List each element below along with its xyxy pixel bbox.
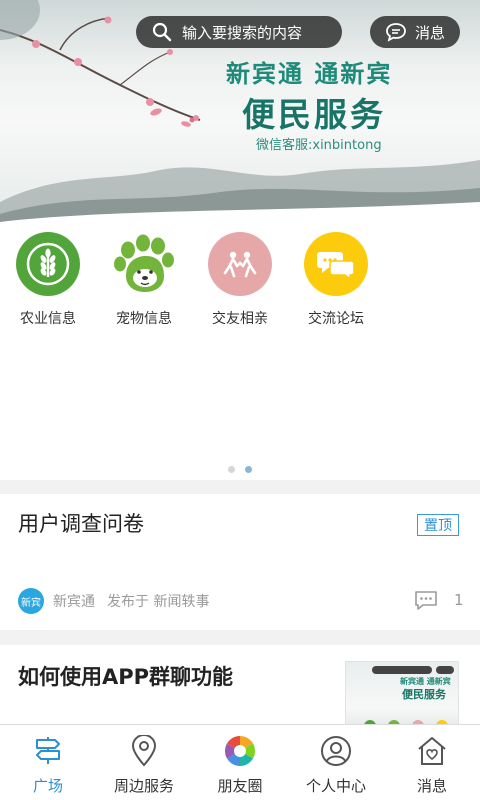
location-pin-icon [131,735,157,767]
comment-count-value: 1 [454,591,464,609]
feed-item[interactable]: 用户调查问卷 置顶 新宾 新宾通 发布于 新闻轶事 1 [0,494,480,630]
message-button[interactable]: 消息 [370,16,460,48]
search-icon [152,22,172,42]
tab-nearby-services[interactable]: 周边服务 [96,725,192,800]
tab-label: 广场 [32,777,63,795]
search-input[interactable]: 输入要搜索的内容 [136,16,342,48]
chat-bubbles-icon [304,232,368,296]
tab-label: 朋友圈 [217,777,263,795]
page-dot-active[interactable] [245,466,252,473]
comment-count[interactable]: 1 [414,590,464,610]
tab-plaza[interactable]: 广场 [0,725,96,800]
wheat-icon [16,232,80,296]
tab-label: 周边服务 [113,777,174,795]
tab-label: 个人中心 [305,777,366,795]
category-label: 交友相亲 [212,311,268,327]
tab-profile[interactable]: 个人中心 [288,725,384,800]
paw-dog-icon [112,232,176,296]
app-screen: 新宾通 通新宾 便民服务 微信客服:xinbintong 输入要搜索的内容 消息 [0,0,480,800]
landscape-decoration [0,160,480,222]
signpost-icon [36,737,60,764]
category-dating[interactable]: 交友相亲 [192,232,288,328]
tab-moments[interactable]: 朋友圈 [192,725,288,800]
bottom-tab-bar: 广场 周边服务 朋友圈 个人中心 消息 [0,724,480,800]
tab-messages[interactable]: 消息 [384,725,480,800]
search-placeholder: 输入要搜索的内容 [182,23,303,42]
banner-slogan-line1: 新宾通 通新宾 [226,60,393,88]
tab-label: 消息 [416,777,447,795]
home-heart-icon [418,737,446,765]
feed-item-thumbnail: 新宾通 通新宾 便民服务 [345,661,459,725]
source-avatar: 新宾 [18,588,44,614]
category-label: 农业信息 [20,311,76,327]
feed-item-meta: 新宾 新宾通 发布于 新闻轶事 [18,588,209,614]
pinned-badge: 置顶 [417,514,459,536]
source-name: 新宾通 [53,594,95,610]
couple-icon [208,232,272,296]
category-panel: 农业信息 宠物信息 交友相亲 交流论坛 [0,222,480,480]
user-icon [321,736,351,766]
category-pets[interactable]: 宠物信息 [96,232,192,328]
banner[interactable]: 新宾通 通新宾 便民服务 微信客服:xinbintong 输入要搜索的内容 消息 [0,0,480,222]
feed-item-title: 如何使用APP群聊功能 [18,665,234,689]
feed-item-title: 用户调查问卷 [18,512,144,536]
published-in: 发布于 新闻轶事 [107,594,210,610]
banner-slogan-line3: 微信客服:xinbintong [256,138,382,153]
aperture-icon [224,736,256,766]
category-label: 宠物信息 [116,311,172,327]
category-forum[interactable]: 交流论坛 [288,232,384,328]
message-label: 消息 [414,23,445,42]
page-dot[interactable] [228,466,235,473]
category-label: 交流论坛 [308,311,364,327]
banner-slogan-line2: 便民服务 [242,95,386,134]
chat-bubble-icon [386,23,406,42]
category-agriculture[interactable]: 农业信息 [0,232,96,328]
comment-icon [415,591,437,610]
feed-item[interactable]: 如何使用APP群聊功能 新宾通 通新宾 便民服务 [0,645,480,725]
page-indicator [0,458,480,477]
